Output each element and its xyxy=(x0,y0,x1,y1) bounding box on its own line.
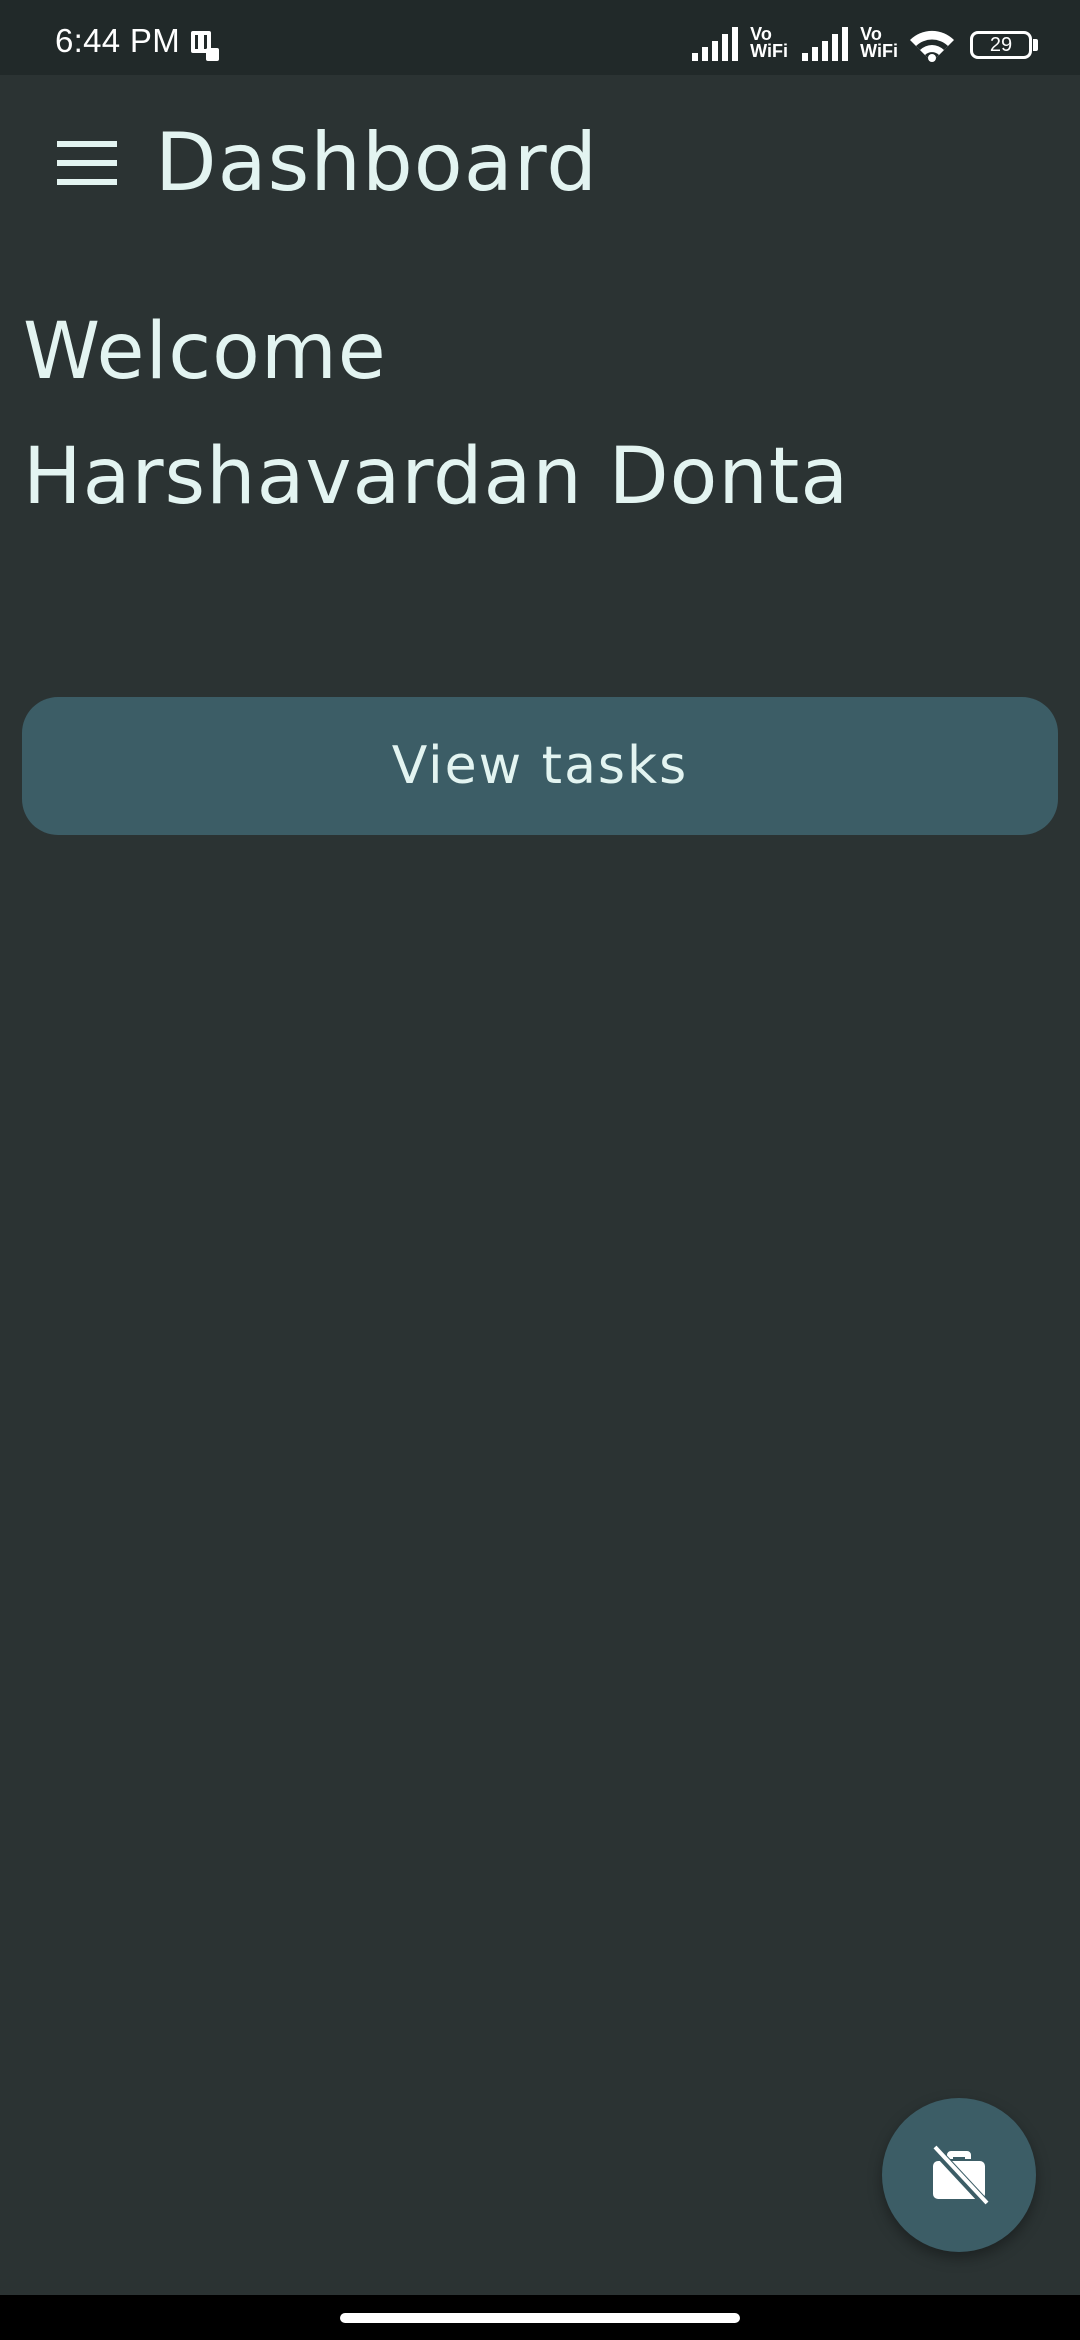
page-title: Dashboard xyxy=(155,116,599,209)
fab-button[interactable] xyxy=(882,2098,1036,2252)
status-time: 6:44 PM xyxy=(55,22,180,59)
vowifi-icon: Vo WiFi xyxy=(750,25,788,61)
welcome-line: Welcome xyxy=(23,307,387,397)
welcome-message: Welcome Harshavardan Donta xyxy=(23,290,849,540)
battery-level: 29 xyxy=(989,34,1013,56)
signal-icon xyxy=(690,27,740,65)
menu-icon[interactable] xyxy=(55,139,119,187)
signal-icon xyxy=(800,27,850,65)
home-indicator[interactable] xyxy=(340,2313,740,2323)
battery-icon: 29 xyxy=(970,31,1032,59)
battery-tip xyxy=(1033,39,1038,51)
status-bar: 6:44 PM Vo WiFi Vo WiFi 29 xyxy=(0,0,1080,75)
navigation-bar xyxy=(0,2295,1080,2340)
wifi-icon xyxy=(908,28,956,68)
app-bar: Dashboard xyxy=(0,75,1080,255)
user-name: Harshavardan Donta xyxy=(23,432,850,522)
briefcase-off-icon xyxy=(929,2143,989,2207)
sim-card-icon xyxy=(190,30,220,66)
view-tasks-button[interactable]: View tasks xyxy=(22,697,1058,835)
vowifi-icon: Vo WiFi xyxy=(860,25,898,61)
wifi-label: WiFi xyxy=(860,41,898,61)
wifi-label: WiFi xyxy=(750,41,788,61)
